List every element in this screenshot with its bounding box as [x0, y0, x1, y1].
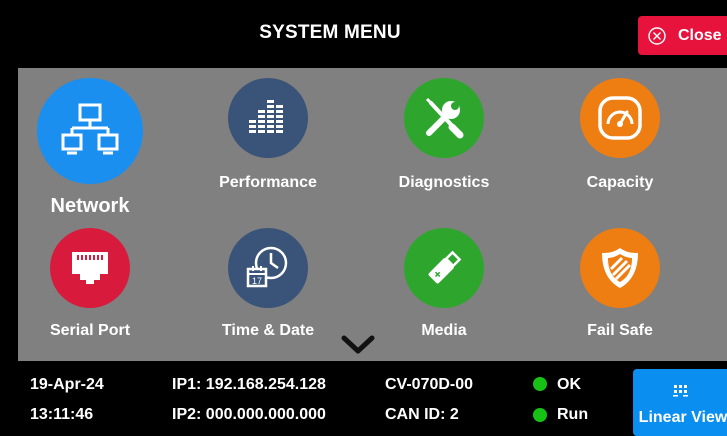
status-ip1: IP1: 192.168.254.128 — [172, 376, 326, 393]
shield-icon — [580, 228, 660, 308]
linear-view-button[interactable]: Linear View — [633, 369, 727, 436]
menu-item-label: Media — [421, 322, 467, 339]
wrench-screwdriver-icon — [404, 78, 484, 158]
system-menu-screen: SYSTEM MENU Close Network Performance Di… — [0, 0, 727, 436]
menu-item-label: Time & Date — [221, 322, 315, 339]
ok-status-dot — [533, 377, 547, 391]
status-model: CV-070D-00 — [385, 376, 474, 393]
menu-item-media[interactable]: Media — [374, 228, 514, 339]
status-run-label: Run — [557, 406, 589, 423]
status-bar: 19-Apr-24 13:11:46 IP1: 192.168.254.128 … — [0, 362, 727, 436]
status-ip2: IP2: 000.000.000.000 — [172, 406, 326, 423]
menu-panel: Network Performance Diagnostics Capacity… — [18, 68, 727, 361]
menu-item-label: Diagnostics — [398, 174, 490, 191]
menu-item-label: Capacity — [586, 174, 654, 191]
menu-item-fail-safe[interactable]: Fail Safe — [550, 228, 690, 339]
menu-item-capacity[interactable]: Capacity — [550, 78, 690, 191]
network-icon — [37, 78, 143, 184]
status-ok-label: OK — [557, 376, 581, 393]
status-date: 19-Apr-24 — [30, 376, 104, 393]
menu-item-label: Network — [50, 195, 130, 217]
status-can-id: CAN ID: 2 — [385, 406, 459, 423]
clock-calendar-icon: 17 — [228, 228, 308, 308]
menu-item-network[interactable]: Network — [20, 78, 160, 217]
page-title: SYSTEM MENU — [259, 22, 401, 43]
menu-item-label: Serial Port — [49, 322, 131, 339]
status-time: 13:11:46 — [30, 406, 94, 423]
close-button[interactable]: Close — [638, 16, 727, 55]
title-bar: SYSTEM MENU Close — [0, 0, 727, 68]
run-status-dot — [533, 408, 547, 422]
menu-item-performance[interactable]: Performance — [198, 78, 338, 191]
linear-view-icon — [673, 385, 688, 397]
menu-item-serial-port[interactable]: Serial Port — [20, 228, 160, 339]
ethernet-port-icon — [50, 228, 130, 308]
linear-view-label: Linear View — [638, 409, 727, 426]
usb-drive-icon — [404, 228, 484, 308]
gauge-icon — [580, 78, 660, 158]
menu-item-label: Performance — [219, 174, 317, 191]
chevron-down-icon[interactable] — [340, 334, 376, 356]
close-label: Close — [678, 26, 722, 44]
calendar-day: 17 — [252, 276, 262, 286]
menu-item-label: Fail Safe — [587, 322, 653, 339]
menu-item-diagnostics[interactable]: Diagnostics — [374, 78, 514, 191]
close-icon — [648, 26, 666, 45]
performance-bars-icon — [228, 78, 308, 158]
menu-item-time-date[interactable]: 17 Time & Date — [198, 228, 338, 339]
